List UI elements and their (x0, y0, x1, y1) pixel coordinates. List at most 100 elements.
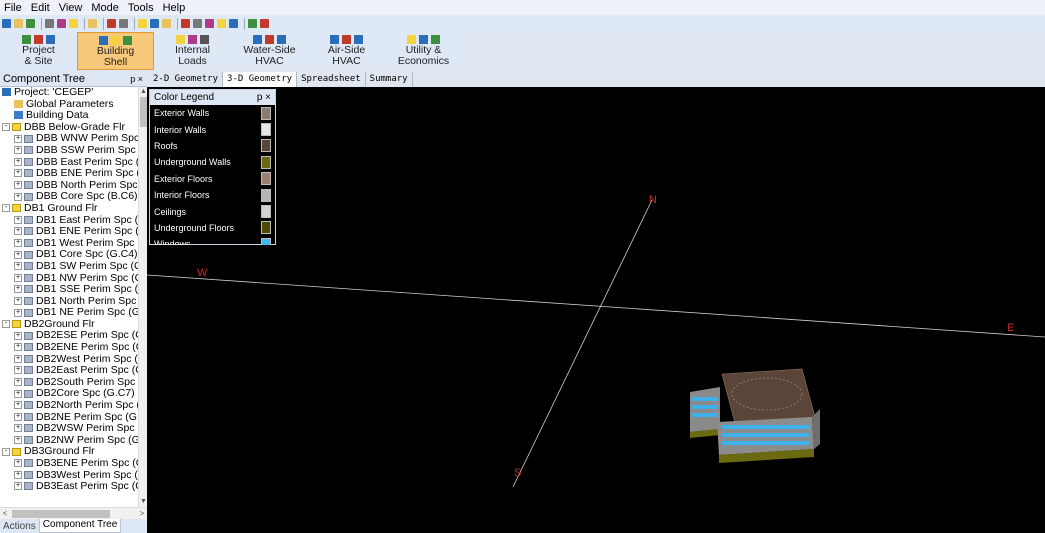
spc-icon (24, 401, 33, 410)
tree-item[interactable]: + DB3East Perim Spc (G.I (0, 480, 138, 493)
expand-icon[interactable]: + (14, 459, 22, 468)
expand-icon[interactable]: + (14, 308, 22, 317)
mode-button-utility[interactable]: Utility & Economics (385, 32, 462, 70)
tab-component-tree[interactable]: Component Tree (38, 519, 122, 533)
tree-item-label: DB1 Core Spc (G.C4) (36, 248, 138, 261)
cut-icon[interactable] (45, 19, 54, 28)
menu-item-view[interactable]: View (59, 2, 83, 14)
new-icon[interactable] (2, 19, 11, 28)
expand-icon[interactable]: + (14, 180, 22, 189)
expand-icon[interactable]: + (14, 273, 22, 282)
legend-pin-close-icon[interactable]: p × (257, 92, 271, 103)
grid-icon[interactable] (193, 19, 202, 28)
paste-icon[interactable] (69, 19, 78, 28)
mode-button-building[interactable]: Building Shell (77, 32, 154, 70)
expand-icon[interactable]: + (14, 389, 22, 398)
expand-icon[interactable]: + (14, 378, 22, 387)
legend-swatch (261, 123, 271, 137)
menu-item-file[interactable]: File (4, 2, 22, 14)
mode-button-water-side[interactable]: Water-Side HVAC (231, 32, 308, 70)
expand-icon[interactable]: + (14, 227, 22, 236)
spc-icon (24, 215, 33, 224)
menu-item-mode[interactable]: Mode (91, 2, 119, 14)
legend-label: Interior Floors (154, 190, 210, 201)
spc-icon (24, 157, 33, 166)
expand-icon[interactable]: + (14, 262, 22, 271)
globe-icon[interactable] (229, 19, 238, 28)
expand-icon[interactable]: + (14, 424, 22, 433)
spc-icon (24, 250, 33, 259)
expand-icon[interactable]: + (14, 331, 22, 340)
expand-icon[interactable]: + (14, 285, 22, 294)
building-icon[interactable] (138, 19, 147, 28)
spc-icon (24, 169, 33, 178)
pin-close-icon[interactable]: p × (130, 74, 147, 84)
collapse-icon[interactable]: - (2, 447, 10, 456)
building3-icon[interactable] (162, 19, 171, 28)
legend-row: Windows (150, 236, 275, 245)
print-icon[interactable] (88, 19, 97, 28)
menu-item-tools[interactable]: Tools (128, 2, 154, 14)
gear-icon[interactable] (217, 19, 226, 28)
tab-3-d-geometry[interactable]: 3-D Geometry (223, 72, 298, 87)
tab-spreadsheet[interactable]: Spreadsheet (297, 72, 366, 87)
tab-2-d-geometry[interactable]: 2-D Geometry (149, 72, 224, 87)
tree-horizontal-scrollbar[interactable]: < > (0, 507, 147, 519)
expand-icon[interactable]: + (14, 401, 22, 410)
expand-icon[interactable]: + (14, 157, 22, 166)
wizard-icon[interactable] (107, 19, 116, 28)
expand-icon[interactable]: + (14, 238, 22, 247)
scroll-thumb[interactable] (140, 97, 147, 127)
expand-icon[interactable]: + (14, 146, 22, 155)
tree-item-label: DB1 East Perim Spc (G. (36, 213, 138, 226)
menu-item-help[interactable]: Help (163, 2, 186, 14)
tab-summary[interactable]: Summary (366, 72, 413, 87)
tree-item-label: Building Data (26, 109, 89, 122)
building-model (690, 368, 820, 463)
expand-icon[interactable]: + (14, 192, 22, 201)
check-icon[interactable] (119, 19, 128, 28)
mode-icon (99, 36, 108, 45)
expand-icon[interactable]: + (14, 215, 22, 224)
component-tree: Project: 'CEGEP' Global Parameters Buildin… (0, 87, 138, 507)
expand-icon[interactable]: + (14, 250, 22, 259)
expand-icon[interactable]: + (14, 296, 22, 305)
spc-icon (24, 331, 33, 340)
collapse-icon[interactable]: - (2, 204, 10, 213)
view-tabs: 2-D Geometry 3-D Geometry Spreadsheet Summa… (147, 71, 1045, 87)
3d-viewport[interactable]: N S W E Color Legend p × Exterior Walls I… (147, 87, 1045, 533)
menu-item-edit[interactable]: Edit (31, 2, 50, 14)
tree-item-label: DBB North Perim Spc ( (36, 178, 138, 191)
expand-icon[interactable]: + (14, 354, 22, 363)
save-icon[interactable] (26, 19, 35, 28)
expand-icon[interactable]: + (14, 134, 22, 143)
tree-item-label: DB1 ENE Perim Spc (G. (36, 225, 138, 238)
building2-icon[interactable] (150, 19, 159, 28)
chart-icon[interactable] (205, 19, 214, 28)
expand-icon[interactable]: + (14, 343, 22, 352)
mode-icon (22, 35, 31, 44)
expand-icon[interactable]: + (14, 412, 22, 421)
spc-icon (24, 389, 33, 398)
mode-icon (123, 36, 132, 45)
mode-button-air-side[interactable]: Air-Side HVAC (308, 32, 385, 70)
mode-button-project[interactable]: Project & Site (0, 32, 77, 70)
table-icon[interactable] (248, 19, 257, 28)
expand-icon[interactable]: + (14, 470, 22, 479)
mode-icon (111, 36, 120, 45)
open-icon[interactable] (14, 19, 23, 28)
tab-actions[interactable]: Actions (0, 521, 39, 532)
copy-icon[interactable] (57, 19, 66, 28)
expand-icon[interactable]: + (14, 436, 22, 445)
window-icon[interactable] (260, 19, 269, 28)
expand-icon[interactable]: + (14, 169, 22, 178)
mode-button-internal[interactable]: Internal Loads (154, 32, 231, 70)
expand-icon[interactable]: + (14, 482, 22, 491)
legend-label: Windows (154, 239, 191, 245)
collapse-icon[interactable]: - (2, 320, 10, 329)
collapse-icon[interactable]: - (2, 123, 10, 131)
tools-icon[interactable] (181, 19, 190, 28)
hscroll-thumb[interactable] (12, 510, 110, 518)
expand-icon[interactable]: + (14, 366, 22, 375)
tree-vertical-scrollbar[interactable]: ▲ ▼ (138, 87, 147, 507)
